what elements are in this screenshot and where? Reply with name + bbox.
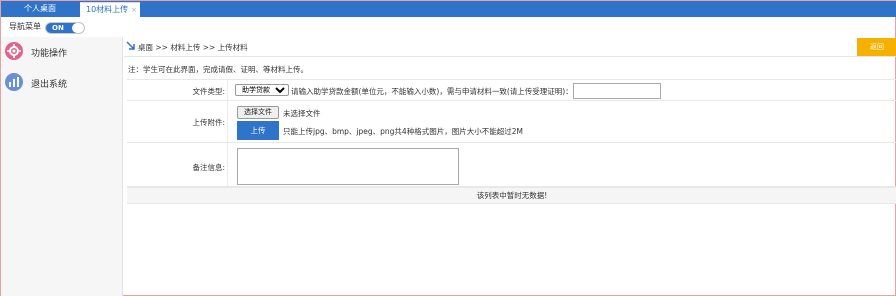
file-type-label: 文件类型: (192, 87, 225, 96)
page-note: 注：学生可在此界面，完成请假、证明、等材料上传。 (128, 65, 308, 74)
arrow-down-right-icon (126, 41, 136, 51)
main-content: 桌面 >> 材料上传 >> 上传材料 返回 注：学生可在此界面，完成请假、证明、… (124, 37, 896, 296)
close-icon[interactable]: × (131, 3, 137, 17)
sidebar: 功能操作 退出系统 (1, 37, 123, 296)
row-divider (227, 143, 228, 186)
attachment-row: 上传附件: 选择文件 未选择文件 上传 只能上传jpg、bmp、jpeg、png… (127, 101, 896, 143)
remark-label: 备注信息: (192, 163, 225, 172)
function-gear-icon (5, 42, 23, 60)
sidebar-item-exit[interactable]: 退出系统 (5, 73, 115, 95)
loan-amount-hint: 请输入助学贷款金额(单位元，不能输入小数)，需与申请材料一致(请上传受理证明)： (291, 87, 573, 96)
top-tab-bar: 个人桌面 10材料上传 × (1, 1, 896, 17)
remark-textarea[interactable] (237, 148, 459, 185)
tab-material-upload[interactable]: 10材料上传 × (80, 2, 140, 17)
upload-button[interactable]: 上传 (237, 121, 279, 140)
toggle-state-text: ON (52, 24, 64, 32)
nav-menu-row: 导航菜单 ON (1, 18, 896, 36)
breadcrumb-text: 桌面 >> 材料上传 >> 上传材料 (138, 43, 248, 52)
table-empty-message: 该列表中暂时无数据! (127, 187, 896, 204)
nav-menu-label: 导航菜单 (9, 22, 41, 31)
nav-menu-toggle[interactable]: ON (45, 22, 85, 34)
sidebar-item-function[interactable]: 功能操作 (5, 42, 115, 64)
tab-personal-desktop[interactable]: 个人桌面 (1, 1, 79, 17)
sidebar-item-label: 退出系统 (31, 80, 68, 90)
remark-row: 备注信息: (127, 143, 896, 187)
attachment-label: 上传附件: (192, 118, 225, 127)
row-divider (227, 80, 228, 100)
loan-amount-input[interactable] (573, 83, 661, 99)
tab-label: 10材料上传 (86, 5, 129, 14)
no-file-text: 未选择文件 (283, 109, 321, 118)
file-type-select[interactable]: 助学贷款 (235, 84, 289, 96)
back-button[interactable]: 返回 (857, 38, 896, 56)
row-divider (227, 101, 228, 142)
upload-format-hint: 只能上传jpg、bmp、jpeg、png共4种格式图片，图片大小不能超过2M (283, 127, 523, 136)
file-type-row: 文件类型: 助学贷款 请输入助学贷款金额(单位元，不能输入小数)，需与申请材料一… (127, 80, 896, 101)
sidebar-item-label: 功能操作 (31, 49, 68, 59)
exit-chart-icon (5, 73, 23, 91)
choose-file-button[interactable]: 选择文件 (237, 106, 279, 119)
breadcrumb: 桌面 >> 材料上传 >> 上传材料 返回 (124, 37, 896, 57)
toggle-knob (72, 23, 84, 33)
upload-form: 文件类型: 助学贷款 请输入助学贷款金额(单位元，不能输入小数)，需与申请材料一… (127, 79, 896, 187)
